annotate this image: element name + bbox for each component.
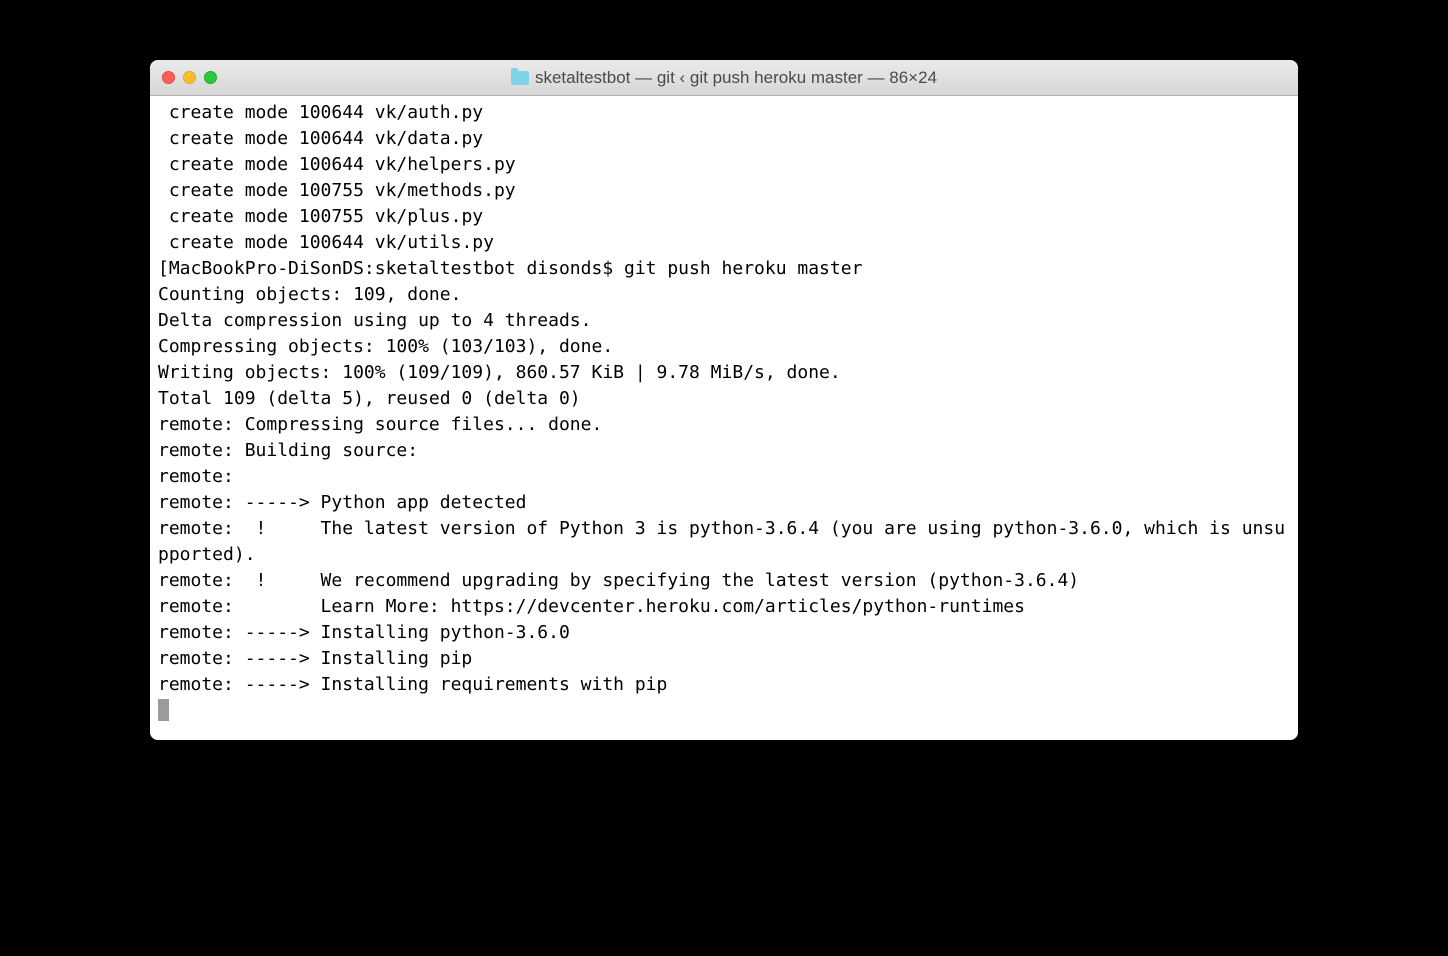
terminal-line: remote: -----> Installing requirements w… bbox=[158, 672, 1290, 698]
terminal-line: Compressing objects: 100% (103/103), don… bbox=[158, 334, 1290, 360]
terminal-line: create mode 100755 vk/plus.py bbox=[158, 204, 1290, 230]
terminal-window: sketaltestbot — git ‹ git push heroku ma… bbox=[150, 60, 1298, 740]
terminal-line: remote: Building source: bbox=[158, 438, 1290, 464]
terminal-line: remote: -----> Python app detected bbox=[158, 490, 1290, 516]
minimize-button[interactable] bbox=[183, 71, 196, 84]
terminal-line: Delta compression using up to 4 threads. bbox=[158, 308, 1290, 334]
traffic-lights bbox=[162, 71, 217, 84]
title-bar: sketaltestbot — git ‹ git push heroku ma… bbox=[150, 60, 1298, 96]
terminal-line: remote: -----> Installing pip bbox=[158, 646, 1290, 672]
close-button[interactable] bbox=[162, 71, 175, 84]
terminal-line: remote: Compressing source files... done… bbox=[158, 412, 1290, 438]
terminal-line: Counting objects: 109, done. bbox=[158, 282, 1290, 308]
terminal-line: remote: Learn More: https://devcenter.he… bbox=[158, 594, 1290, 620]
cursor bbox=[158, 699, 169, 721]
terminal-body[interactable]: create mode 100644 vk/auth.py create mod… bbox=[150, 96, 1298, 740]
window-title-container: sketaltestbot — git ‹ git push heroku ma… bbox=[150, 68, 1298, 88]
terminal-line: remote: ! We recommend upgrading by spec… bbox=[158, 568, 1290, 594]
terminal-line: [MacBookPro-DiSonDS:sketaltestbot disond… bbox=[158, 256, 1290, 282]
terminal-line: create mode 100755 vk/methods.py bbox=[158, 178, 1290, 204]
terminal-line: remote: bbox=[158, 464, 1290, 490]
folder-icon bbox=[511, 71, 529, 85]
terminal-line: Writing objects: 100% (109/109), 860.57 … bbox=[158, 360, 1290, 386]
terminal-line: create mode 100644 vk/auth.py bbox=[158, 100, 1290, 126]
terminal-cursor-line bbox=[158, 698, 1290, 724]
terminal-line: remote: -----> Installing python-3.6.0 bbox=[158, 620, 1290, 646]
window-title: sketaltestbot — git ‹ git push heroku ma… bbox=[535, 68, 937, 88]
terminal-line: remote: ! The latest version of Python 3… bbox=[158, 516, 1290, 568]
terminal-line: create mode 100644 vk/helpers.py bbox=[158, 152, 1290, 178]
terminal-line: create mode 100644 vk/utils.py bbox=[158, 230, 1290, 256]
terminal-line: create mode 100644 vk/data.py bbox=[158, 126, 1290, 152]
maximize-button[interactable] bbox=[204, 71, 217, 84]
terminal-line: Total 109 (delta 5), reused 0 (delta 0) bbox=[158, 386, 1290, 412]
